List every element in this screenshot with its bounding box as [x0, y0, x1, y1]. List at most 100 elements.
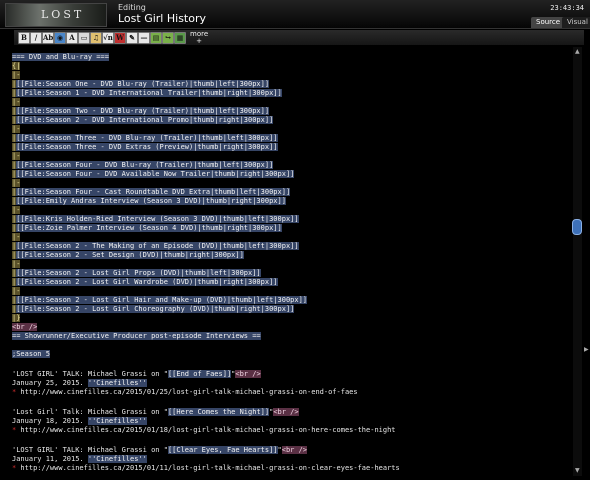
line-text: [[End of Faes]] [167, 370, 232, 378]
editor-toolbar: more + B / Ab ◉ A ▭ ♫ √n W ✎ — ▤ ↪ ▦ [14, 30, 584, 45]
headline-button[interactable]: A [66, 32, 78, 44]
media-button[interactable]: ♫ [90, 32, 102, 44]
editor-line: |[[File:Emily Andras Interview (Season 3… [12, 197, 286, 206]
line-text: http://www.cinefilles.ca/2015/01/25/lost… [16, 388, 358, 396]
editor-line: |[[File:Season 2 - The Making of an Epis… [12, 242, 299, 251]
line-text: [[File:Season 2 - Lost Girl Props (DVD)|… [16, 269, 261, 277]
logo-text: LOST [41, 8, 85, 21]
editor-line: |[[File:Season Four - Cast Roundtable DV… [12, 188, 291, 197]
tab-source[interactable]: Source [531, 17, 566, 28]
line-text: [[File:Season 2 - DVD International Prom… [16, 116, 274, 124]
line-text: |- [12, 206, 21, 214]
editor-line: * http://www.cinefilles.ca/2015/01/11/lo… [12, 464, 400, 473]
scrollbar-track[interactable] [573, 47, 582, 476]
editor-line: <br /> [12, 323, 38, 332]
line-text: [[File:Season Four - Cast Roundtable DVD… [16, 188, 291, 196]
editor-line: == Showrunner/Executive Producer post-ep… [12, 332, 261, 341]
line-text: {| [12, 62, 21, 70]
nowiki-button[interactable]: W [114, 32, 126, 44]
scroll-up-arrow-icon[interactable]: ▲ [575, 48, 580, 55]
line-text: [[File:Season Three - DVD Blu-ray (Trail… [16, 134, 278, 142]
hr-button[interactable]: — [138, 32, 150, 44]
line-text: 'LOST GIRL' TALK: Michael Grassi on " [12, 446, 168, 454]
editor-line: |- [12, 179, 21, 188]
link-button[interactable]: Ab [42, 32, 54, 44]
editor-line: |[[File:Season Three - DVD Blu-ray (Trai… [12, 134, 278, 143]
line-text: |- [12, 260, 21, 268]
line-text: [[File:Season 2 - Lost Girl Hair and Mak… [16, 296, 308, 304]
line-text: [[File:Season Three - DVD Extras (Previe… [16, 143, 278, 151]
editor-line: |[[File:Season Four - DVD Blu-ray (Trail… [12, 161, 274, 170]
tab-visual[interactable]: Visual [562, 17, 590, 28]
editor-line: |[[File:Kris Holden-Ried Interview (Seas… [12, 215, 299, 224]
page-title: Lost Girl History [118, 12, 206, 25]
line-text: [[File:Season 2 - Lost Girl Wardrobe (DV… [16, 278, 278, 286]
line-text: [[Here Comes the Night]] [167, 408, 270, 416]
editor-line: |[[File:Season 2 - Lost Girl Props (DVD)… [12, 269, 261, 278]
line-text: ''Cinefilles'' [87, 417, 147, 425]
line-text: [[File:Zoie Palmer Interview (Season 4 D… [16, 224, 282, 232]
clock: 23:43:34 [550, 4, 584, 12]
line-text: [[File:Season 1 - DVD International Trai… [16, 89, 282, 97]
line-text: == Showrunner/Executive Producer post-ep… [12, 332, 261, 340]
line-text: January 25, 2015. [12, 379, 88, 387]
editor-line: === DVD and Blu-ray === [12, 53, 109, 62]
editor-line: |[[File:Season Three - DVD Extras (Previ… [12, 143, 278, 152]
editor-line: 'LOST GIRL' TALK: Michael Grassi on "[[C… [12, 446, 308, 455]
line-text: <br /> [273, 408, 299, 416]
line-text: [[File:Emily Andras Interview (Season 3 … [16, 197, 286, 205]
site-logo[interactable]: LOST [5, 3, 107, 27]
line-text: |- [12, 71, 21, 79]
editor-line: |- [12, 125, 21, 134]
more-button[interactable]: more + [190, 31, 208, 45]
line-text: <br /> [235, 370, 261, 378]
redirect-button[interactable]: ↪ [162, 32, 174, 44]
editor-line: January 18, 2015. ''Cinefilles'' [12, 417, 147, 426]
editor-line: |[[File:Season 1 - DVD International Tra… [12, 89, 282, 98]
line-text: ''Cinefilles'' [87, 379, 147, 387]
line-text: |- [12, 125, 21, 133]
editor-line: |- [12, 206, 21, 215]
line-text: [[File:Season 2 - The Making of an Episo… [16, 242, 299, 250]
line-text: |} [12, 314, 21, 322]
editor-line: |- [12, 233, 21, 242]
editor-line: |- [12, 98, 21, 107]
line-text: [[File:Season Four - DVD Available Now T… [16, 170, 295, 178]
editor-line: * http://www.cinefilles.ca/2015/01/25/lo… [12, 388, 358, 397]
editor-line: January 25, 2015. ''Cinefilles'' [12, 379, 147, 388]
scrollbar-thumb[interactable] [572, 219, 582, 236]
line-text: [[File:Kris Holden-Ried Interview (Seaso… [16, 215, 299, 223]
line-text: |- [12, 152, 21, 160]
editor-line: |[[File:Season 2 - Lost Girl Choreograph… [12, 305, 295, 314]
line-text: http://www.cinefilles.ca/2015/01/11/lost… [16, 464, 400, 472]
signature-button[interactable]: ✎ [126, 32, 138, 44]
bold-button[interactable]: B [18, 32, 30, 44]
line-text: |- [12, 98, 21, 106]
line-text: [[File:Season 2 - Lost Girl Choreography… [16, 305, 295, 313]
editor-line: |- [12, 287, 21, 296]
line-text: January 18, 2015. [12, 417, 88, 425]
line-text: [[File:Season One - DVD Blu-ray (Trailer… [16, 80, 270, 88]
math-button[interactable]: √n [102, 32, 114, 44]
editor-line: * http://www.cinefilles.ca/2015/01/18/lo… [12, 426, 396, 435]
image-button[interactable]: ▭ [78, 32, 90, 44]
scroll-down-arrow-icon[interactable]: ▼ [575, 467, 580, 474]
template-button[interactable]: ▤ [150, 32, 162, 44]
source-editor[interactable]: === DVD and Blu-ray === {| |- |[[File:Seaso… [10, 47, 572, 476]
gallery-button[interactable]: ▦ [174, 32, 186, 44]
line-text: [[File:Season 2 - Set Design (DVD)|thumb… [16, 251, 244, 259]
editor-line: |} [12, 314, 21, 323]
line-text: <br /> [12, 323, 38, 331]
italic-button[interactable]: / [30, 32, 42, 44]
line-text: [[File:Season Two - DVD Blu-ray (Trailer… [16, 107, 270, 115]
mode-label: Editing [118, 3, 146, 12]
editor-line: |[[File:Season One - DVD Blu-ray (Traile… [12, 80, 270, 89]
editor-line: {| [12, 62, 21, 71]
line-text: |- [12, 287, 21, 295]
line-text: [[File:Season Four - DVD Blu-ray (Traile… [16, 161, 274, 169]
globe-button[interactable]: ◉ [54, 32, 66, 44]
line-text: ''Cinefilles'' [87, 455, 147, 463]
line-text: [[Clear Eyes, Fae Hearts]] [167, 446, 278, 454]
editor-line: |- [12, 260, 21, 269]
side-collapse-arrow-icon[interactable]: ▶ [584, 346, 589, 353]
